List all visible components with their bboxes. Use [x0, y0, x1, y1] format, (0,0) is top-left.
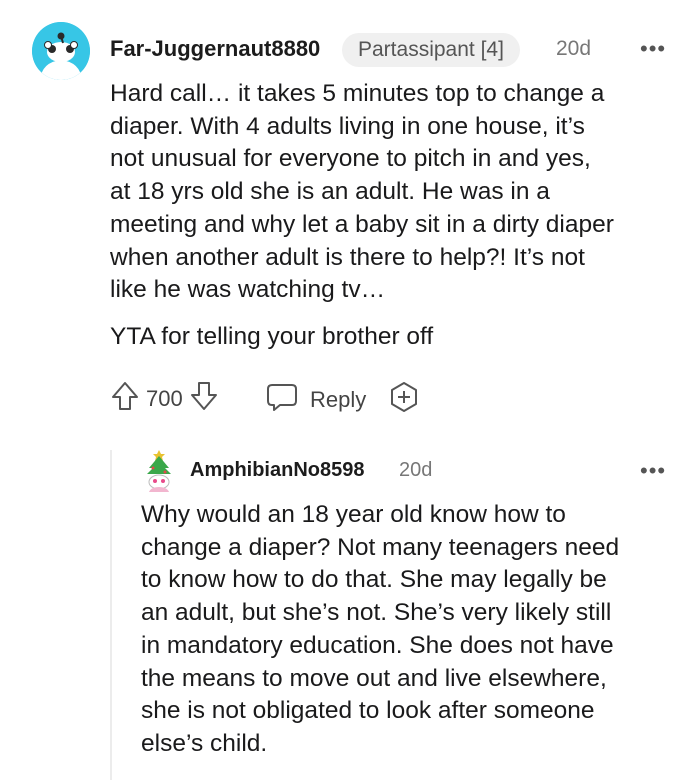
snoo-holiday-avatar-icon [147, 450, 171, 492]
reply-more-options-icon[interactable]: ••• [640, 460, 666, 482]
downvote-icon[interactable] [189, 380, 219, 417]
user-flair-badge: Partassipant [4] [342, 33, 520, 67]
reply-username[interactable]: AmphibianNo8598 [190, 459, 364, 482]
reply-bubble-icon [266, 382, 298, 417]
reply-user-avatar[interactable] [143, 448, 175, 492]
snoo-avatar-icon [32, 22, 90, 80]
comment-body-paragraph-1: Hard call… it takes 5 minutes top to cha… [110, 80, 614, 304]
award-button[interactable] [388, 381, 420, 418]
more-options-icon[interactable]: ••• [640, 38, 666, 60]
reply-timestamp: 20d [399, 459, 433, 481]
reply-body: Why would an 18 year old know how to cha… [141, 501, 620, 757]
vote-count: 700 [146, 385, 183, 411]
reply-label: Reply [310, 386, 367, 412]
comment-timestamp: 20d [556, 37, 592, 60]
comment-body-paragraph-2: YTA for telling your brother off [110, 323, 434, 350]
reply-button[interactable]: Reply [266, 382, 366, 417]
award-plus-icon [388, 381, 420, 418]
thread-line[interactable] [110, 450, 112, 780]
user-avatar[interactable] [32, 22, 90, 80]
upvote-icon[interactable] [110, 380, 140, 417]
comment-username[interactable]: Far-Juggernaut8880 [110, 36, 320, 62]
